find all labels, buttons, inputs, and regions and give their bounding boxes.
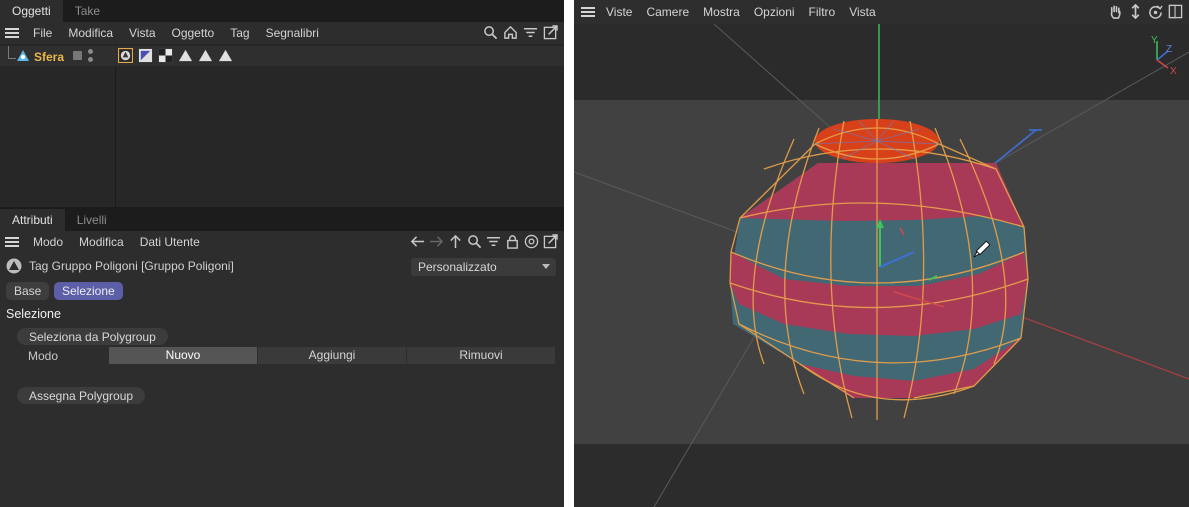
menu-segnalibri[interactable]: Segnalibri (258, 26, 327, 40)
texture-tag-icon[interactable] (158, 48, 173, 63)
polygon-selection-tag-icon[interactable] (198, 48, 213, 63)
menu-dati-utente[interactable]: Dati Utente (132, 235, 208, 249)
sphere-object-icon (17, 50, 29, 61)
filter-icon[interactable] (486, 234, 501, 249)
edit-toggle-icon[interactable] (73, 51, 82, 60)
tag-title: Tag Gruppo Poligoni [Gruppo Poligoni] (29, 259, 234, 273)
menu-tag[interactable]: Tag (222, 26, 257, 40)
select-from-polygroup-button[interactable]: Seleziona da Polygroup (17, 328, 168, 345)
panel-gap (564, 0, 574, 507)
tag-strip (118, 48, 233, 63)
pan-hand-icon[interactable] (1108, 4, 1123, 19)
hamburger-menu-icon[interactable] (5, 237, 19, 247)
assign-polygroup-button[interactable]: Assegna Polygroup (17, 387, 146, 404)
up-arrow-icon[interactable] (448, 234, 463, 249)
menu-camere[interactable]: Camere (639, 5, 696, 19)
chevron-down-icon (542, 264, 550, 269)
hamburger-menu-icon[interactable] (5, 28, 19, 38)
objects-menubar: File Modifica Vista Oggetto Tag Segnalib… (0, 22, 564, 44)
tab-take[interactable]: Take (63, 0, 112, 22)
polygon-selection-tag-icon[interactable] (178, 48, 193, 63)
menu-file[interactable]: File (25, 26, 60, 40)
menu-vista[interactable]: Vista (121, 26, 163, 40)
lock-icon[interactable] (505, 234, 520, 249)
mode-option-remove[interactable]: Rimuovi (407, 347, 555, 364)
target-icon[interactable] (524, 234, 539, 249)
visibility-dots-icon[interactable] (88, 49, 93, 65)
objects-tabbar: Oggetti Take (0, 0, 564, 22)
tab-layers[interactable]: Livelli (65, 209, 119, 231)
tree-connector (8, 46, 16, 59)
tab-attributes[interactable]: Attributi (0, 209, 65, 231)
rotate-icon[interactable] (1148, 4, 1163, 19)
selection-tag-icon[interactable] (138, 48, 153, 63)
left-panel: Oggetti Take File Modifica Vista Oggetto… (0, 0, 564, 507)
search-icon[interactable] (467, 234, 482, 249)
tag-header: Tag Gruppo Poligoni [Gruppo Poligoni] (6, 258, 234, 274)
mode-option-new[interactable]: Nuovo (109, 347, 257, 364)
object-row-sfera[interactable]: Sfera (0, 46, 564, 66)
preset-dropdown-value: Personalizzato (418, 260, 497, 274)
viewport-menubar: Viste Camere Mostra Opzioni Filtro Vista (574, 0, 1189, 24)
viewport-sky (574, 24, 1189, 100)
axis-label-y: Y (1151, 35, 1158, 46)
maximize-icon[interactable] (1168, 4, 1183, 19)
mode-option-add[interactable]: Aggiungi (258, 347, 406, 364)
subtab-selection[interactable]: Selezione (54, 282, 123, 300)
menu-opzioni[interactable]: Opzioni (747, 5, 802, 19)
viewport-panel: Viste Camere Mostra Opzioni Filtro Vista (574, 0, 1189, 507)
menu-viste[interactable]: Viste (599, 5, 639, 19)
mode-label: Modo (28, 349, 59, 363)
preset-dropdown[interactable]: Personalizzato (411, 258, 556, 276)
axis-label-x: X (1170, 66, 1177, 77)
tab-objects[interactable]: Oggetti (0, 0, 63, 22)
filter-icon[interactable] (523, 25, 538, 40)
popout-icon[interactable] (543, 25, 558, 40)
menu-modo[interactable]: Modo (25, 235, 71, 249)
attributes-menubar: Modo Modifica Dati Utente (0, 231, 564, 253)
menu-modifica[interactable]: Modifica (71, 235, 132, 249)
menu-modifica[interactable]: Modifica (60, 26, 121, 40)
object-manager: Sfera (0, 44, 564, 207)
hamburger-menu-icon[interactable] (581, 7, 595, 17)
polygon-group-tag-icon (6, 258, 22, 274)
forward-arrow-icon[interactable] (429, 234, 444, 249)
move-icon[interactable] (1128, 4, 1143, 19)
menu-vista[interactable]: Vista (842, 5, 882, 19)
phong-tag-icon[interactable] (118, 48, 133, 63)
object-tree-column (0, 44, 116, 207)
section-title: Selezione (6, 307, 61, 321)
mode-segmented-control: Nuovo Aggiungi Rimuovi (109, 347, 555, 364)
subtab-base[interactable]: Base (6, 282, 50, 300)
search-icon[interactable] (483, 25, 498, 40)
menu-filtro[interactable]: Filtro (802, 5, 843, 19)
back-arrow-icon[interactable] (410, 234, 425, 249)
viewport-bottom (574, 444, 1189, 507)
object-name[interactable]: Sfera (34, 50, 64, 64)
home-icon[interactable] (503, 25, 518, 40)
axis-label-z: Z (1166, 44, 1172, 55)
menu-mostra[interactable]: Mostra (696, 5, 747, 19)
popout-icon[interactable] (543, 234, 558, 249)
attributes-tabbar: Attributi Livelli (0, 209, 564, 231)
menu-oggetto[interactable]: Oggetto (164, 26, 223, 40)
viewport-canvas[interactable]: Y Z X (574, 24, 1189, 507)
polygon-selection-tag-icon[interactable] (218, 48, 233, 63)
